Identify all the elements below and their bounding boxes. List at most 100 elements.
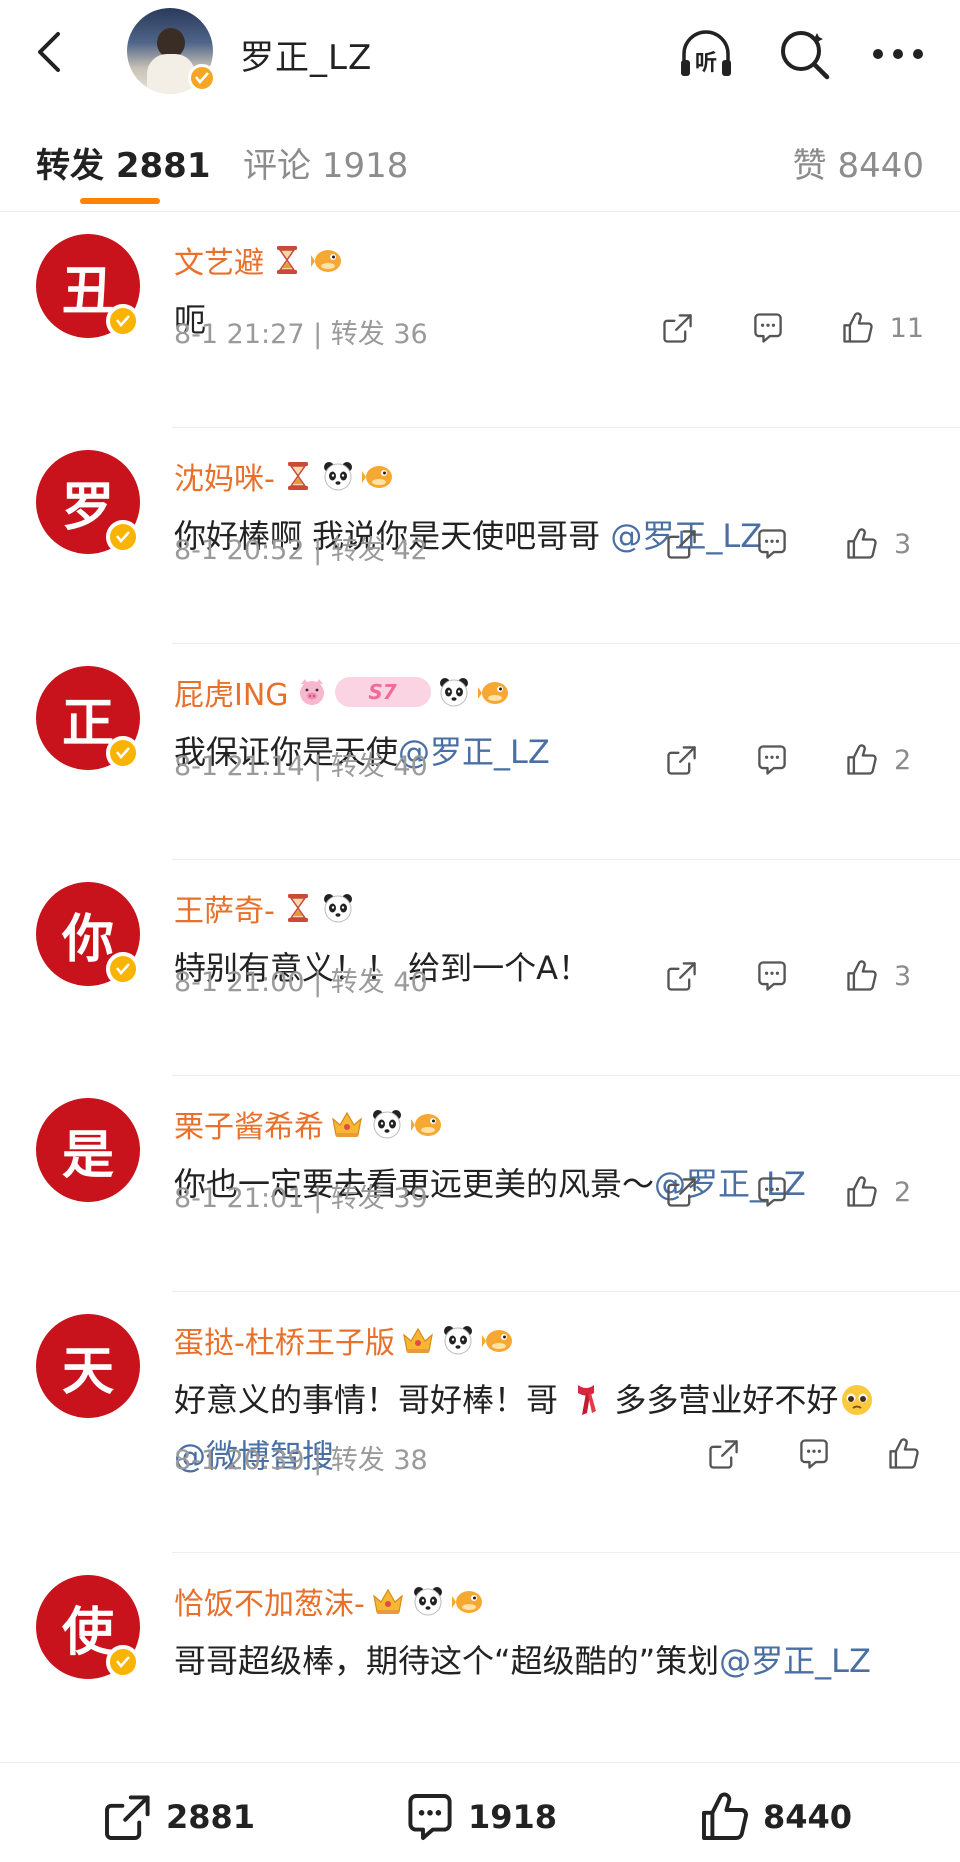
- comment-button[interactable]: [748, 308, 788, 348]
- repost-text: 哥哥超级棒，期待这个“超级酷的”策划@罗正_LZ: [174, 1642, 871, 1680]
- list-item[interactable]: 天 蛋挞-杜桥王子版 好意义的事情！哥好棒！哥 多多营业好不好 @微博智搜 8-…: [0, 1292, 960, 1553]
- share-icon: [105, 1795, 150, 1840]
- avatar[interactable]: 天: [36, 1314, 140, 1418]
- page-title[interactable]: 罗正_LZ: [240, 30, 372, 79]
- like-button[interactable]: [842, 740, 882, 780]
- listen-button[interactable]: 听: [676, 24, 736, 84]
- username[interactable]: 屁虎ING: [174, 670, 289, 714]
- repost-meta: 8-1 20:52 | 转发 42: [174, 535, 428, 566]
- repost-meta: 8-1 21:00 | 转发 40: [174, 967, 428, 998]
- tab-likes[interactable]: 赞 8440: [793, 138, 924, 187]
- like-icon: [844, 526, 880, 562]
- list-item[interactable]: 是 栗子酱希希 你也一定要去看更远更美的风景～@罗正_LZ 8-1 21:01 …: [0, 1076, 960, 1292]
- comment-icon: [408, 1794, 452, 1840]
- panda-icon: [321, 459, 355, 493]
- crown-icon: [401, 1323, 435, 1357]
- repost-meta: 8-1 20:39 | 转发 38: [174, 1445, 428, 1476]
- share-icon: [664, 742, 700, 778]
- crown-icon: [371, 1584, 405, 1618]
- comment-button[interactable]: [794, 1434, 834, 1474]
- comment-icon: [754, 1174, 790, 1210]
- verified-icon: [106, 1645, 140, 1679]
- like-icon: [702, 1792, 748, 1840]
- comment-button[interactable]: [752, 740, 792, 780]
- panda-icon: [321, 891, 355, 925]
- pufferfish-icon: [451, 1584, 485, 1618]
- headphones-icon: 听: [681, 30, 731, 76]
- panda-icon: [370, 1107, 404, 1141]
- pufferfish-icon: [477, 675, 511, 709]
- mention-link[interactable]: @罗正_LZ: [719, 1642, 871, 1680]
- like-icon: [844, 742, 880, 778]
- like-count: 11: [889, 312, 924, 344]
- comment-icon: [754, 526, 790, 562]
- back-button[interactable]: [24, 28, 72, 76]
- verified-icon: [106, 952, 140, 986]
- like-button[interactable]: [842, 524, 882, 564]
- like-icon: [840, 310, 876, 346]
- repost-button[interactable]: 2881: [100, 1789, 255, 1845]
- pleading-face-icon: [842, 1385, 873, 1415]
- pig-icon: [295, 675, 329, 709]
- hourglass-icon: [270, 243, 304, 277]
- share-icon: [664, 958, 700, 994]
- more-icon: [873, 49, 923, 59]
- username[interactable]: 王萨奇-: [174, 886, 275, 930]
- list-item[interactable]: 你 王萨奇- 特别有意义！！ 给到一个A！ 8-1 21:00 | 转发 40 …: [0, 860, 960, 1076]
- share-icon: [660, 310, 696, 346]
- list-item[interactable]: 丑 文艺避 呃 8-1 21:27 | 转发 36 11: [0, 212, 960, 428]
- active-tab-indicator: [80, 198, 160, 204]
- list-item[interactable]: 正 屁虎ING S7 我保证你是天使@罗正_LZ 8-1 21:14 | 转发 …: [0, 644, 960, 860]
- like-count: 2: [894, 1176, 912, 1208]
- verified-icon: [106, 736, 140, 770]
- share-button[interactable]: [662, 524, 702, 564]
- hourglass-icon: [281, 891, 315, 925]
- comment-button[interactable]: [752, 1172, 792, 1212]
- s7-badge: S7: [334, 677, 431, 707]
- verified-icon: [106, 520, 140, 554]
- share-button[interactable]: [658, 308, 698, 348]
- share-button[interactable]: [662, 740, 702, 780]
- like-button[interactable]: [838, 308, 878, 348]
- comment-button[interactable]: 1918: [402, 1789, 557, 1845]
- panda-icon: [411, 1584, 445, 1618]
- like-button[interactable]: [842, 956, 882, 996]
- svg-text:听: 听: [695, 51, 717, 76]
- hourglass-icon: [281, 459, 315, 493]
- top-bar: 罗正_LZ 听: [0, 0, 960, 104]
- like-count: 3: [894, 960, 912, 992]
- like-button[interactable]: [842, 1172, 882, 1212]
- share-button[interactable]: [704, 1434, 744, 1474]
- list-item[interactable]: 罗 沈妈咪- 你好棒啊 我说你是天使吧哥哥 @罗正_LZ 8-1 20:52 |…: [0, 428, 960, 644]
- username[interactable]: 沈妈咪-: [174, 454, 275, 498]
- share-button[interactable]: [662, 1172, 702, 1212]
- comment-button[interactable]: [752, 956, 792, 996]
- share-icon: [664, 526, 700, 562]
- pufferfish-icon: [410, 1107, 444, 1141]
- like-button[interactable]: [884, 1434, 924, 1474]
- tab-comments[interactable]: 评论 1918: [243, 138, 408, 187]
- share-button[interactable]: [662, 956, 702, 996]
- search-button[interactable]: [774, 24, 834, 84]
- scarf-icon: [578, 1385, 597, 1415]
- comment-icon: [750, 310, 786, 346]
- repost-meta: 8-1 21:01 | 转发 39: [174, 1183, 428, 1214]
- like-button[interactable]: 8440: [697, 1789, 852, 1845]
- avatar[interactable]: 是: [36, 1098, 140, 1202]
- username[interactable]: 蛋挞-杜桥王子版: [174, 1318, 395, 1362]
- comment-button[interactable]: [752, 524, 792, 564]
- username[interactable]: 栗子酱希希: [174, 1102, 324, 1146]
- username[interactable]: 恰饭不加葱沫-: [174, 1579, 365, 1623]
- tab-reposts[interactable]: 转发 2881: [36, 138, 210, 187]
- more-button[interactable]: [868, 24, 928, 84]
- repost-list: 丑 文艺避 呃 8-1 21:27 | 转发 36 11 罗 沈妈咪- 你好棒啊…: [0, 212, 960, 1803]
- like-count: 2: [894, 744, 912, 776]
- pufferfish-icon: [310, 243, 344, 277]
- bottom-action-bar: 2881 1918 8440: [0, 1762, 960, 1862]
- like-icon: [844, 958, 880, 994]
- username[interactable]: 文艺避: [174, 238, 264, 282]
- pufferfish-icon: [481, 1323, 515, 1357]
- repost-meta: 8-1 21:14 | 转发 40: [174, 751, 428, 782]
- tab-bar: 转发 2881 评论 1918 赞 8440: [0, 104, 960, 212]
- like-icon: [886, 1436, 922, 1472]
